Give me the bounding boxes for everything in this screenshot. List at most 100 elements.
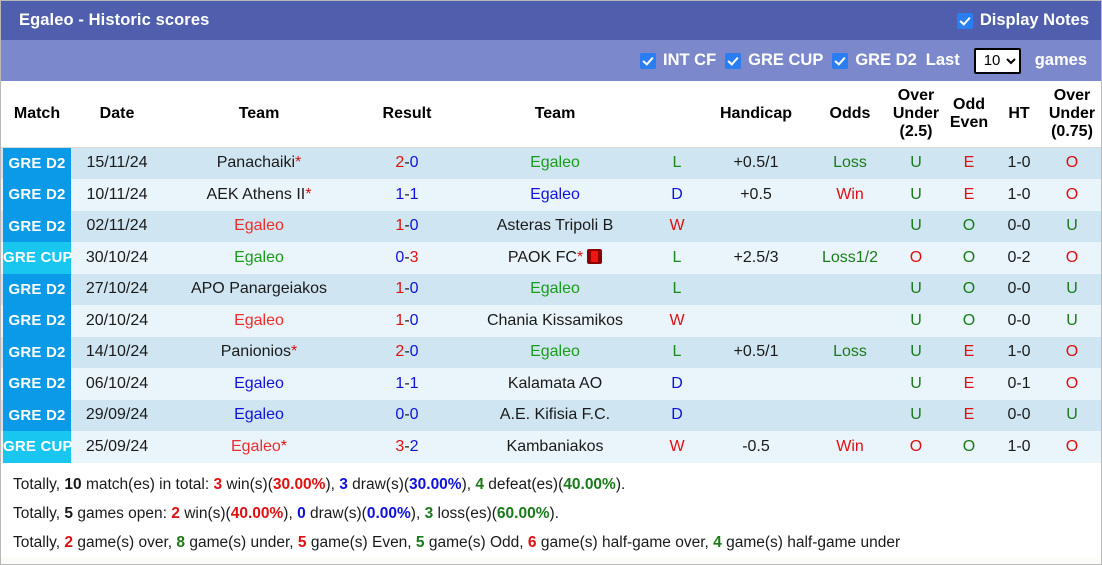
gre-cup-checkbox[interactable] (725, 52, 742, 69)
away-team-cell[interactable]: Kambaniakos (457, 431, 653, 463)
league-badge[interactable]: GRE D2 (3, 210, 71, 243)
result-wdl: D (653, 400, 701, 432)
s2-loss-pct: 60.00% (496, 504, 550, 522)
league-badge[interactable]: GRE D2 (3, 368, 71, 400)
col-header-handicap[interactable]: Handicap (701, 81, 811, 148)
gre-d2-checkbox[interactable] (832, 52, 849, 69)
match-date: 27/10/24 (85, 280, 149, 298)
away-team-cell[interactable]: Asteras Tripoli B (457, 211, 653, 243)
table-row[interactable]: GRE D2 06/10/24 Egaleo 1-1 Kalamata AO D U E 0-1… (1, 368, 1101, 400)
score-cell: 1-1 (357, 179, 457, 211)
match-league-badge[interactable]: GRE D2 (1, 399, 73, 432)
match-date: 25/09/24 (85, 437, 149, 455)
historic-scores-panel: Egaleo - Historic scores Display Notes I… (0, 0, 1102, 565)
col-header-home-team[interactable]: Team (161, 81, 357, 148)
away-team-cell[interactable]: Egaleo (457, 274, 653, 306)
home-team-cell[interactable]: Egaleo (161, 211, 357, 243)
home-team-cell[interactable]: Egaleo (161, 242, 357, 274)
match-league-badge[interactable]: GRE D2 (1, 368, 73, 400)
home-team-cell[interactable]: Panionios* (161, 337, 357, 369)
home-team-cell[interactable]: Egaleo (161, 368, 357, 400)
league-badge[interactable]: GRE CUP (3, 431, 73, 463)
league-badge[interactable]: GRE D2 (3, 179, 71, 211)
league-badge[interactable]: GRE D2 (3, 399, 71, 432)
display-notes-checkbox[interactable] (956, 12, 973, 29)
match-league-badge[interactable]: GRE CUP (1, 242, 73, 274)
match-date: 14/10/24 (85, 343, 149, 361)
match-league-badge[interactable]: GRE CUP (1, 431, 73, 463)
col-header-result[interactable]: Result (357, 81, 457, 148)
col-header-over-under-075[interactable]: Over Under (0.75) (1043, 81, 1101, 148)
col-header-date[interactable]: Date (73, 81, 161, 148)
half-time-score: 1-0 (1007, 185, 1031, 203)
table-row[interactable]: GRE D2 02/11/24 Egaleo 1-0 Asteras Tripoli B… (1, 210, 1101, 243)
score-home: 1 (395, 217, 405, 235)
odds-value (811, 368, 889, 400)
table-row[interactable]: GRE D2 14/10/24 Panionios* 2-0 Egaleo L +0.5/1… (1, 336, 1101, 369)
table-row[interactable]: GRE D2 29/09/24 Egaleo 0-0 A.E. Kifisia F.C.… (1, 399, 1101, 432)
games-count-select[interactable]: 510152030 (973, 47, 1021, 74)
table-row[interactable]: GRE D2 15/11/24 Panachaiki* 2-0 Egaleo L +0.5/… (1, 147, 1101, 180)
filter-int-cf[interactable]: INT CF (639, 51, 716, 70)
home-team-cell[interactable]: Egaleo (161, 305, 357, 337)
handicap-value: +0.5 (740, 185, 772, 203)
table-body: GRE D2 15/11/24 Panachaiki* 2-0 Egaleo L +0.5/… (1, 147, 1101, 463)
s3-under: 8 (176, 533, 186, 551)
handicap-value: +0.5/1 (733, 154, 779, 172)
score-cell: 0-0 (357, 400, 457, 432)
table-row[interactable]: GRE CUP 30/10/24 Egaleo 0-3 PAOK FC* L +2.5/3 L… (1, 242, 1101, 274)
col-header-ht[interactable]: HT (995, 81, 1043, 148)
team-name: Kambaniakos (506, 437, 604, 455)
summary-line-open: Totally, 5 games open: 2 win(s)(40.00%),… (13, 500, 1101, 529)
col-header-odds[interactable]: Odds (811, 81, 889, 148)
ou075-letter: U (1066, 280, 1078, 298)
result-letter: D (671, 185, 683, 203)
table-row[interactable]: GRE D2 20/10/24 Egaleo 1-0 Chania Kissamikos… (1, 305, 1101, 337)
result-wdl: D (653, 368, 701, 400)
int-cf-checkbox[interactable] (639, 52, 656, 69)
league-badge[interactable]: GRE D2 (3, 336, 71, 369)
handicap-value: -0.5 (742, 437, 770, 455)
odd-even-value: O (943, 431, 995, 463)
away-team-cell[interactable]: Egaleo (457, 147, 653, 179)
table-row[interactable]: GRE D2 10/11/24 AEK Athens II* 1-1 Egaleo D +0… (1, 179, 1101, 211)
home-team-cell[interactable]: APO Panargeiakos (161, 274, 357, 306)
match-league-badge[interactable]: GRE D2 (1, 305, 73, 337)
match-league-badge[interactable]: GRE D2 (1, 273, 73, 306)
home-team-cell[interactable]: Panachaiki* (161, 147, 357, 179)
match-league-badge[interactable]: GRE D2 (1, 147, 73, 180)
col-header-odd-even[interactable]: Odd Even (943, 81, 995, 148)
table-row[interactable]: GRE D2 27/10/24 APO Panargeiakos 1-0 Egaleo L… (1, 273, 1101, 306)
col-header-away-team[interactable]: Team (457, 81, 653, 148)
league-badge[interactable]: GRE D2 (3, 273, 71, 306)
match-league-badge[interactable]: GRE D2 (1, 179, 73, 211)
home-team-cell[interactable]: Egaleo* (161, 431, 357, 463)
team-name: Panachaiki (216, 154, 296, 172)
home-team-cell[interactable]: AEK Athens II* (161, 179, 357, 211)
odds-label: Loss1/2 (821, 248, 879, 266)
table-row[interactable]: GRE CUP 25/09/24 Egaleo* 3-2 Kambaniakos W -0.… (1, 431, 1101, 463)
away-team-cell[interactable]: Kalamata AO (457, 368, 653, 400)
filter-gre-cup[interactable]: GRE CUP (725, 51, 823, 70)
match-league-badge[interactable]: GRE D2 (1, 210, 73, 243)
league-badge[interactable]: GRE D2 (3, 305, 71, 337)
col-header-over-under-25[interactable]: Over Under (2.5) (889, 81, 943, 148)
away-team-cell[interactable]: Chania Kissamikos (457, 305, 653, 337)
home-team-cell[interactable]: Egaleo (161, 400, 357, 432)
s2-t1: games open: (73, 504, 172, 522)
col-header-match[interactable]: Match (1, 81, 73, 148)
handicap-value: +2.5/3 (733, 248, 779, 266)
half-time-score: 0-0 (1007, 311, 1031, 329)
away-team-cell[interactable]: Egaleo (457, 179, 653, 211)
league-badge[interactable]: GRE D2 (3, 147, 71, 180)
team-name: Egaleo (530, 280, 580, 298)
filter-gre-d2[interactable]: GRE D2 (832, 51, 917, 70)
display-notes-toggle[interactable]: Display Notes (956, 11, 1089, 30)
away-team-cell[interactable]: Egaleo (457, 337, 653, 369)
match-league-badge[interactable]: GRE D2 (1, 336, 73, 369)
result-letter: L (672, 248, 682, 266)
away-team-cell[interactable]: PAOK FC* (457, 242, 653, 274)
league-badge[interactable]: GRE CUP (3, 242, 73, 274)
team-name: Egaleo (234, 374, 284, 392)
away-team-cell[interactable]: A.E. Kifisia F.C. (457, 400, 653, 432)
